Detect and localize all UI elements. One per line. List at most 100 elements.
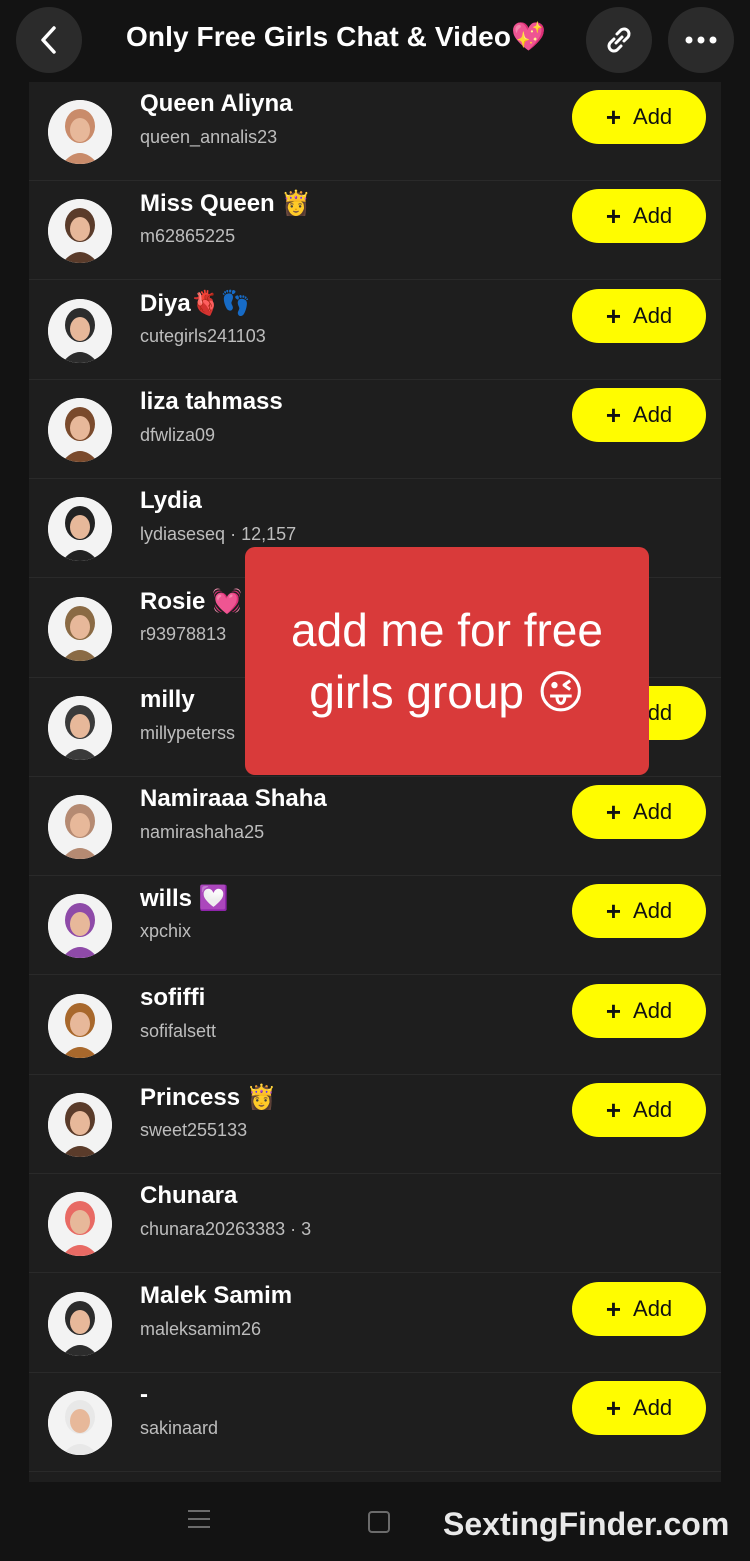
avatar[interactable]: [48, 199, 112, 264]
back-button[interactable]: [16, 7, 82, 73]
member-username: queen_annalis23: [140, 127, 277, 148]
member-username: sweet255133: [140, 1120, 247, 1141]
promo-text: add me for free girls group 😜: [291, 604, 603, 718]
username-text: namirashaha25: [140, 822, 265, 843]
member-username: m62865225: [140, 226, 235, 247]
page-title: Only Free Girls Chat & Video💖: [126, 21, 547, 52]
username-text: millypeterss: [140, 722, 236, 743]
list-item[interactable]: liza tahmass dfwliza09 + Add: [29, 380, 721, 479]
plus-icon: +: [605, 201, 622, 232]
avatar[interactable]: [48, 1093, 112, 1157]
member-username: lydiaseseq · 12,157: [140, 524, 296, 545]
member-name: Rosie 💓: [140, 587, 242, 615]
avatar[interactable]: [48, 1390, 112, 1455]
promo-overlay: add me for free girls group 😜: [245, 547, 649, 775]
list-item[interactable]: Miss Queen 👸 m62865225 + Add: [29, 181, 721, 281]
member-username: namirashaha25: [140, 822, 264, 843]
plus-icon: +: [605, 797, 622, 828]
member-username: sofifalsett: [140, 1021, 216, 1042]
menu-icon[interactable]: [188, 1510, 210, 1534]
username-text: lydiaseseq: [140, 524, 226, 545]
username-text: sofifalsett: [140, 1020, 217, 1041]
member-name: Namiraaa Shaha: [140, 785, 327, 813]
avatar[interactable]: [48, 596, 112, 661]
system-nav-bar: SextingFinder.com: [0, 1482, 750, 1561]
avatar[interactable]: [48, 1192, 112, 1257]
list-item[interactable]: wills 💟 xpchix + Add: [29, 876, 721, 976]
member-name: Diya🫀👣: [140, 289, 251, 317]
add-label: Add: [633, 401, 673, 427]
member-name: Chunara: [140, 1182, 238, 1210]
plus-icon: +: [605, 102, 622, 132]
add-label: Add: [633, 799, 673, 825]
avatar[interactable]: [48, 993, 112, 1058]
plus-icon: +: [605, 1293, 622, 1324]
username-text: maleksamim26: [140, 1318, 262, 1339]
member-name: Miss Queen 👸: [140, 190, 312, 218]
avatar[interactable]: [48, 1291, 112, 1356]
member-name: milly: [140, 685, 195, 713]
member-name: Malek Samim: [140, 1281, 293, 1309]
avatar[interactable]: [48, 894, 112, 959]
username-text: cutegirls241103: [140, 325, 266, 346]
plus-icon: +: [605, 995, 622, 1026]
top-bar: Only Free Girls Chat & Video💖: [0, 0, 750, 82]
add-friend-button[interactable]: + Add: [572, 884, 706, 939]
add-label: Add: [633, 302, 673, 328]
username-text: xpchix: [140, 921, 192, 942]
separator-dot: ·: [285, 1219, 302, 1240]
add-friend-button[interactable]: + Add: [572, 1281, 706, 1336]
member-username: xpchix: [140, 921, 191, 942]
share-link-button[interactable]: [586, 7, 652, 73]
add-friend-button[interactable]: + Add: [572, 189, 706, 244]
avatar[interactable]: [48, 497, 112, 562]
member-name: Lydia: [140, 487, 202, 515]
add-label: Add: [633, 203, 673, 229]
username-text: sweet255133: [140, 1120, 248, 1140]
member-username: chunara20263383 · 3: [140, 1219, 311, 1240]
more-options-button[interactable]: [668, 7, 734, 73]
list-item[interactable]: Malek Samim maleksamim26 + Add: [29, 1274, 721, 1373]
list-item[interactable]: Namiraaa Shaha namirashaha25 + Add: [29, 777, 721, 877]
username-text: chunara20263383: [140, 1219, 286, 1240]
avatar[interactable]: [48, 298, 112, 363]
list-item[interactable]: Queen Aliyna queen_annalis23 + Add: [29, 82, 721, 181]
chevron-left-icon: [41, 26, 56, 54]
member-name: Queen Aliyna: [140, 90, 293, 117]
member-username: dfwliza09: [140, 425, 215, 446]
member-name: -: [140, 1380, 148, 1408]
avatar[interactable]: [48, 397, 112, 462]
member-name: sofiffi: [140, 983, 206, 1011]
watermark: SextingFinder.com: [443, 1506, 730, 1542]
list-item[interactable]: - sakinaard + Add: [29, 1373, 721, 1472]
add-friend-button[interactable]: + Add: [572, 288, 706, 343]
member-username: r93978813: [140, 624, 226, 645]
add-friend-button[interactable]: + Add: [572, 983, 706, 1038]
list-item[interactable]: Diya🫀👣 cutegirls241103 + Add: [29, 281, 721, 380]
list-item[interactable]: sofiffi sofifalsett + Add: [29, 976, 721, 1075]
member-score: 12,157: [241, 524, 297, 545]
add-friend-button[interactable]: + Add: [572, 387, 706, 442]
separator-dot: ·: [225, 524, 242, 545]
member-name: wills 💟: [140, 885, 229, 913]
avatar[interactable]: [48, 795, 112, 860]
list-item[interactable]: Princess 👸 sweet255133 + Add: [29, 1075, 721, 1174]
member-list[interactable]: Queen Aliyna queen_annalis23 + Add Miss Quee…: [29, 82, 721, 1482]
username-text: queen_annalis23: [140, 127, 278, 147]
add-label: Add: [633, 104, 673, 129]
member-score: 3: [301, 1219, 312, 1240]
square-icon[interactable]: [368, 1511, 390, 1533]
username-text: dfwliza09: [140, 424, 216, 445]
avatar[interactable]: [48, 695, 112, 760]
member-name: Princess 👸: [140, 1084, 277, 1111]
add-friend-button[interactable]: + Add: [572, 1083, 706, 1137]
list-item[interactable]: Chunara chunara20263383 · 3: [29, 1174, 721, 1274]
add-friend-button[interactable]: + Add: [572, 90, 706, 144]
add-friend-button[interactable]: + Add: [572, 785, 706, 840]
add-label: Add: [633, 898, 673, 924]
add-friend-button[interactable]: + Add: [572, 1380, 706, 1435]
more-horizontal-icon: [685, 36, 717, 44]
avatar[interactable]: [48, 100, 112, 164]
username-text: m62865225: [140, 226, 236, 247]
member-username: millypeterss: [140, 723, 235, 744]
